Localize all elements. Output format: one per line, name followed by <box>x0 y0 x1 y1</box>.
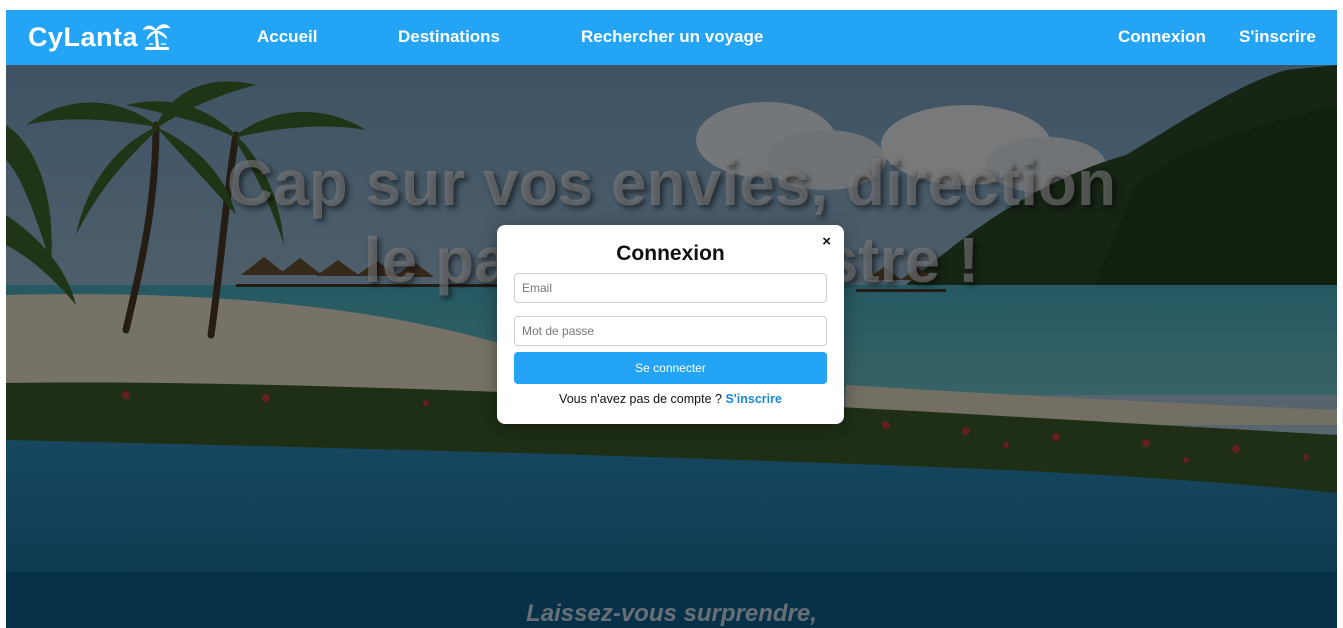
nav-destinations-link[interactable]: Destinations <box>398 27 500 47</box>
brand-name: CyLanta <box>28 21 139 52</box>
nav-signup-link[interactable]: S'inscrire <box>1239 27 1316 47</box>
email-input[interactable] <box>514 273 827 303</box>
signup-link[interactable]: S'inscrire <box>725 392 781 406</box>
nav-home-link[interactable]: Accueil <box>257 27 317 47</box>
login-modal: × Connexion Se connecter Vous n'avez pas… <box>497 225 844 424</box>
password-input[interactable] <box>514 316 827 346</box>
nav-search-link[interactable]: Rechercher un voyage <box>581 27 763 47</box>
page: CyLanta Accueil Destinations Rechercher … <box>6 10 1337 628</box>
palm-tree-icon <box>142 24 171 50</box>
modal-title: Connexion <box>616 242 725 265</box>
navbar: CyLanta Accueil Destinations Rechercher … <box>6 10 1337 65</box>
login-submit-button[interactable]: Se connecter <box>514 352 827 384</box>
brand-logo[interactable]: CyLanta <box>28 20 172 54</box>
signup-prompt-text: Vous n'avez pas de compte ? <box>559 392 722 406</box>
nav-login-link[interactable]: Connexion <box>1118 27 1206 47</box>
signup-prompt: Vous n'avez pas de compte ? S'inscrire <box>497 392 844 406</box>
